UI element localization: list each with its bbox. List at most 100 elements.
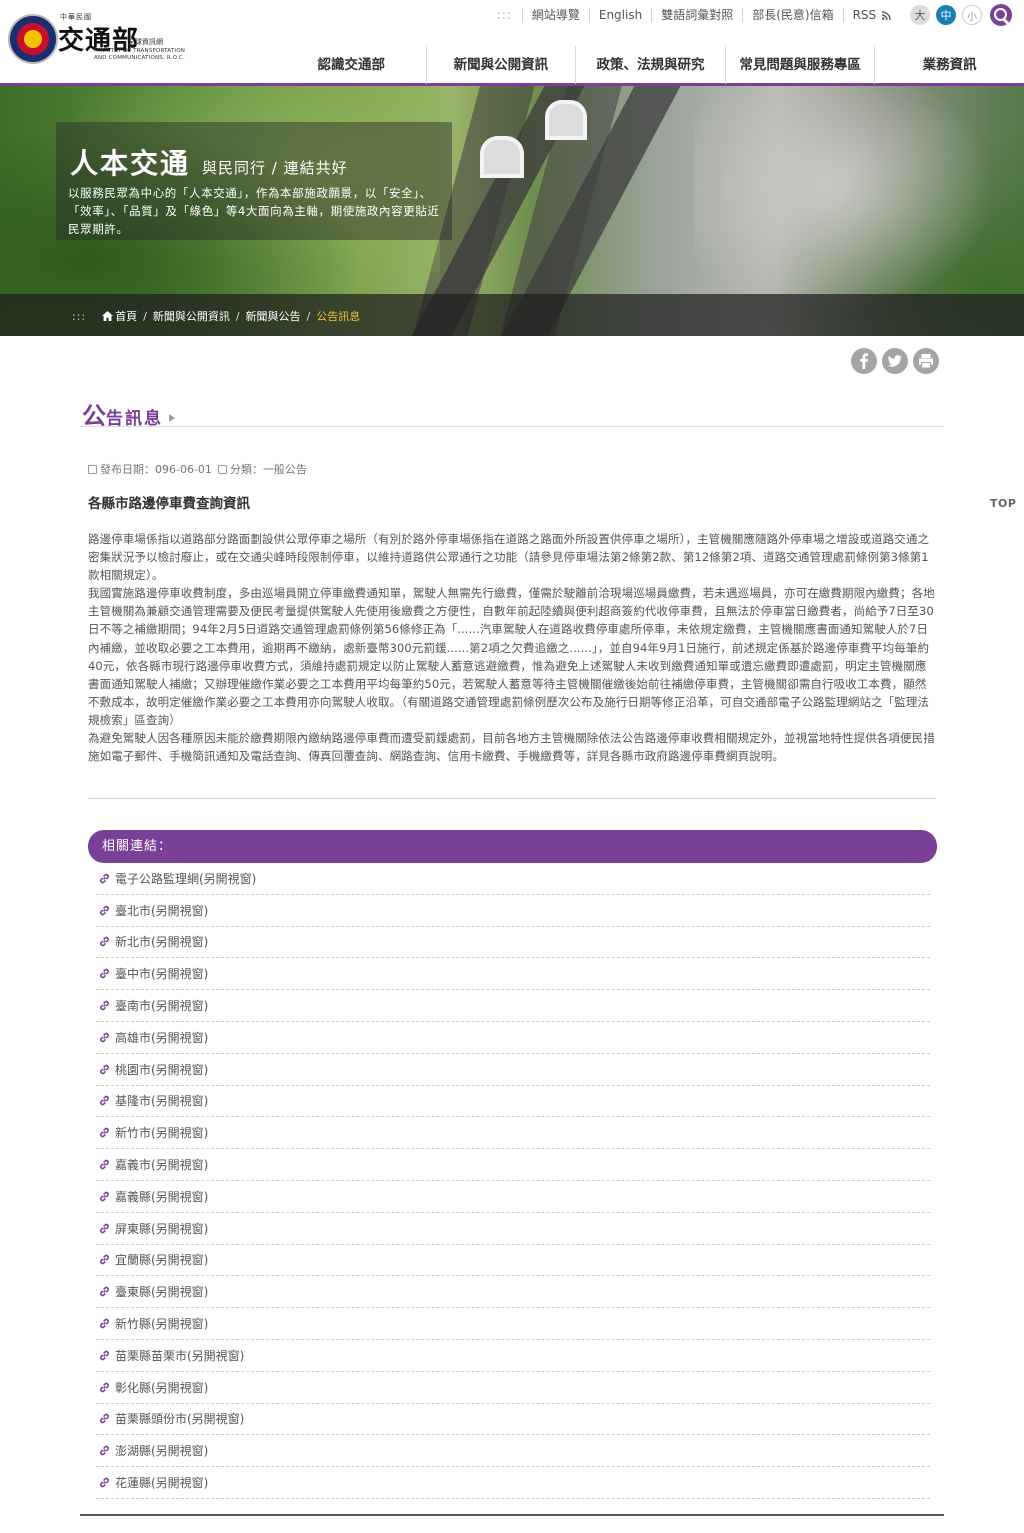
related-link[interactable]: 臺中市(另開視窗)	[115, 965, 208, 982]
calendar-icon	[88, 464, 97, 474]
related-link[interactable]: 宜蘭縣(另開視窗)	[115, 1251, 208, 1268]
list-item: 桃園市(另開視窗)	[96, 1054, 930, 1086]
ministry-seal-icon	[8, 14, 58, 64]
related-link[interactable]: 澎湖縣(另開視窗)	[115, 1442, 208, 1459]
list-item: 新竹縣(另開視窗)	[96, 1308, 930, 1340]
glossary-link[interactable]: 雙語詞彙對照	[652, 8, 744, 22]
accesskey-top[interactable]: :::	[487, 8, 523, 22]
list-item: 臺南市(另開視窗)	[96, 990, 930, 1022]
breadcrumb-bar: ::: 首頁 / 新聞與公開資訊 / 新聞與公告 / 公告訊息	[0, 294, 1024, 336]
link-icon	[100, 1000, 109, 1011]
related-link[interactable]: 新北市(另開視窗)	[115, 933, 208, 950]
notice-paragraph: 為避免駕駛人因各種原因未能於繳費期限內繳納路邊停車費而遭受罰鍰處罰，目前各地方主…	[88, 731, 935, 764]
list-item: 電子公路監理網(另開視窗)	[96, 863, 930, 895]
link-icon	[100, 937, 109, 947]
print-button[interactable]	[913, 348, 939, 374]
notice-body: 路邊停車場係指以道路部分路面劃設供公眾停車之場所（有別於路外停車場係指在道路之路…	[88, 530, 938, 765]
related-link[interactable]: 屏東縣(另開視窗)	[115, 1220, 208, 1237]
related-link[interactable]: 桃園市(另開視窗)	[115, 1061, 208, 1078]
related-link[interactable]: 臺東縣(另開視窗)	[115, 1283, 208, 1300]
nav-about[interactable]: 認識交通部	[277, 46, 427, 84]
breadcrumb: ::: 首頁 / 新聞與公開資訊 / 新聞與公告 / 公告訊息	[72, 308, 360, 324]
title-arrow-icon	[169, 414, 175, 422]
link-icon	[100, 1032, 109, 1043]
nav-policy[interactable]: 政策、法規與研究	[576, 46, 726, 84]
related-link[interactable]: 花蓮縣(另開視窗)	[115, 1474, 208, 1491]
font-size-large-button[interactable]: 大	[910, 5, 930, 25]
breadcrumb-announcements[interactable]: 新聞與公告	[246, 308, 301, 324]
list-item: 新北市(另開視窗)	[96, 927, 930, 959]
link-icon	[100, 1287, 109, 1297]
breadcrumb-separator: /	[235, 309, 240, 323]
slogan-box: 人本交通 與民同行 / 連結共好 以服務民眾為中心的「人本交通」，作為本部施政願…	[56, 122, 452, 240]
related-link[interactable]: 彰化縣(另開視窗)	[115, 1379, 208, 1396]
font-size-medium-button[interactable]: 中	[936, 5, 956, 25]
list-item: 苗栗縣頭份市(另開視窗)	[96, 1404, 930, 1436]
english-link[interactable]: English	[590, 8, 653, 22]
related-link[interactable]: 新竹市(另開視窗)	[115, 1124, 208, 1141]
notice-paragraph: 路邊停車場係指以道路部分路面劃設供公眾停車之場所（有別於路外停車場係指在道路之路…	[88, 532, 930, 583]
list-item: 嘉義縣(另開視窗)	[96, 1181, 930, 1213]
list-item: 澎湖縣(另開視窗)	[96, 1435, 930, 1468]
category-icon	[217, 464, 227, 474]
banner-tunnel-left	[480, 136, 524, 178]
link-icon	[100, 1223, 109, 1233]
breadcrumb-current[interactable]: 公告訊息	[316, 308, 360, 324]
link-icon	[100, 873, 109, 884]
footer-divider	[80, 1514, 944, 1516]
link-icon	[100, 1414, 109, 1424]
list-item: 苗栗縣苗栗市(另開視窗)	[96, 1340, 930, 1372]
rss-label: RSS	[852, 8, 877, 22]
link-icon	[100, 1096, 109, 1106]
link-icon	[100, 1191, 109, 1202]
related-link[interactable]: 高雄市(另開視窗)	[115, 1029, 208, 1046]
related-link[interactable]: 基隆市(另開視窗)	[115, 1092, 208, 1109]
link-icon	[100, 1350, 109, 1361]
site-logo[interactable]: 中華民國 交通部 全球資訊網 MINISTRY OF TRANSPORTATIO…	[8, 10, 198, 70]
related-link[interactable]: 新竹縣(另開視窗)	[115, 1315, 208, 1332]
mailbox-link[interactable]: 部長(民意)信箱	[743, 8, 844, 22]
related-link[interactable]: 電子公路監理網(另開視窗)	[115, 870, 256, 887]
nav-news[interactable]: 新聞與公開資訊	[427, 46, 577, 84]
notice-title: 各縣市路邊停車費查詢資訊	[88, 496, 250, 512]
list-item: 花蓮縣(另開視窗)	[96, 1467, 930, 1499]
logo-english-line2: AND COMMUNICATIONS, R.O.C.	[94, 55, 185, 61]
list-item: 嘉義市(另開視窗)	[96, 1149, 930, 1181]
font-size-small-button[interactable]: 小	[962, 5, 982, 25]
search-button[interactable]	[990, 4, 1012, 26]
list-item: 彰化縣(另開視窗)	[96, 1372, 930, 1404]
rss-icon	[882, 11, 891, 20]
breadcrumb-home[interactable]: 首頁	[115, 308, 137, 324]
main-nav: 認識交通部 新聞與公開資訊 政策、法規與研究 常見問題與服務專區 業務資訊	[277, 46, 1024, 84]
related-link[interactable]: 嘉義縣(另開視窗)	[115, 1188, 208, 1205]
sitemap-link[interactable]: 網站導覽	[523, 8, 590, 22]
list-item: 臺中市(另開視窗)	[96, 958, 930, 991]
nav-business[interactable]: 業務資訊	[875, 46, 1024, 84]
back-to-top-button[interactable]: TOP	[990, 497, 1016, 510]
list-item: 宜蘭縣(另開視窗)	[96, 1245, 930, 1277]
list-item: 新竹市(另開視窗)	[96, 1117, 930, 1150]
list-item: 高雄市(另開視窗)	[96, 1022, 930, 1054]
logo-site-name: 全球資訊網	[128, 38, 163, 46]
twitter-icon	[887, 355, 902, 367]
site-header: 中華民國 交通部 全球資訊網 MINISTRY OF TRANSPORTATIO…	[0, 0, 1024, 86]
related-link[interactable]: 臺北市(另開視窗)	[115, 902, 208, 919]
list-item: 臺北市(另開視窗)	[96, 895, 930, 927]
publish-date: 096-06-01	[155, 462, 212, 476]
related-link[interactable]: 苗栗縣苗栗市(另開視窗)	[115, 1347, 244, 1364]
facebook-share-button[interactable]	[851, 348, 877, 374]
print-icon	[919, 354, 933, 369]
twitter-share-button[interactable]	[882, 348, 908, 374]
list-item: 基隆市(另開視窗)	[96, 1086, 930, 1118]
breadcrumb-news[interactable]: 新聞與公開資訊	[153, 308, 230, 324]
related-link[interactable]: 嘉義市(另開視窗)	[115, 1156, 208, 1173]
accesskey-content[interactable]: :::	[72, 310, 86, 323]
share-bar	[851, 348, 944, 374]
related-link[interactable]: 苗栗縣頭份市(另開視窗)	[115, 1410, 244, 1427]
date-label: 發布日期：	[100, 463, 155, 476]
list-item: 臺東縣(另開視窗)	[96, 1276, 930, 1309]
facebook-icon	[860, 353, 869, 369]
nav-faq-services[interactable]: 常見問題與服務專區	[726, 46, 876, 84]
related-link[interactable]: 臺南市(另開視窗)	[115, 997, 208, 1014]
rss-link[interactable]: RSS	[844, 8, 900, 22]
